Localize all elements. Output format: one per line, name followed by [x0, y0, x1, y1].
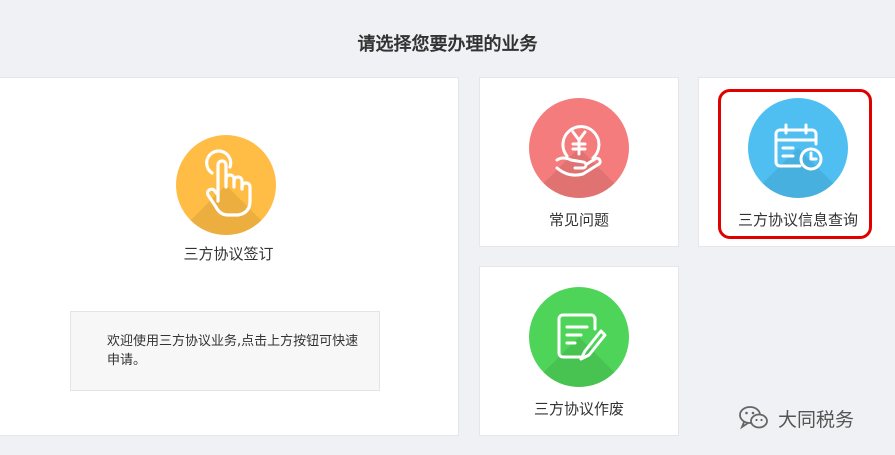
yuan-coin-hand-icon: [555, 125, 602, 177]
agreement-void-card[interactable]: 三方协议作废: [479, 266, 679, 436]
notice-box: 欢迎使用三方协议业务,点击上方按钮可快速申请。: [70, 311, 380, 391]
sign-agreement-label: 三方协议签订: [183, 245, 274, 263]
agreement-void-label: 三方协议作废: [533, 400, 624, 418]
sign-agreement-icon-circle: [176, 135, 276, 235]
tap-hand-icon: [205, 149, 252, 217]
watermark: 大同税务: [738, 404, 854, 432]
watermark-text: 大同税务: [778, 408, 855, 431]
page-title: 请选择您要办理的业务: [357, 34, 538, 55]
faq-icon-circle: [529, 98, 629, 198]
faq-card[interactable]: 常见问题: [479, 77, 679, 247]
document-pen-icon: [557, 313, 607, 361]
notice-text: 欢迎使用三方协议业务,点击上方按钮可快速申请。: [107, 334, 359, 368]
highlight-outline: [718, 89, 872, 239]
faq-label: 常见问题: [548, 211, 609, 229]
agreement-void-icon-circle: [529, 287, 629, 387]
wechat-icon: [739, 406, 768, 430]
